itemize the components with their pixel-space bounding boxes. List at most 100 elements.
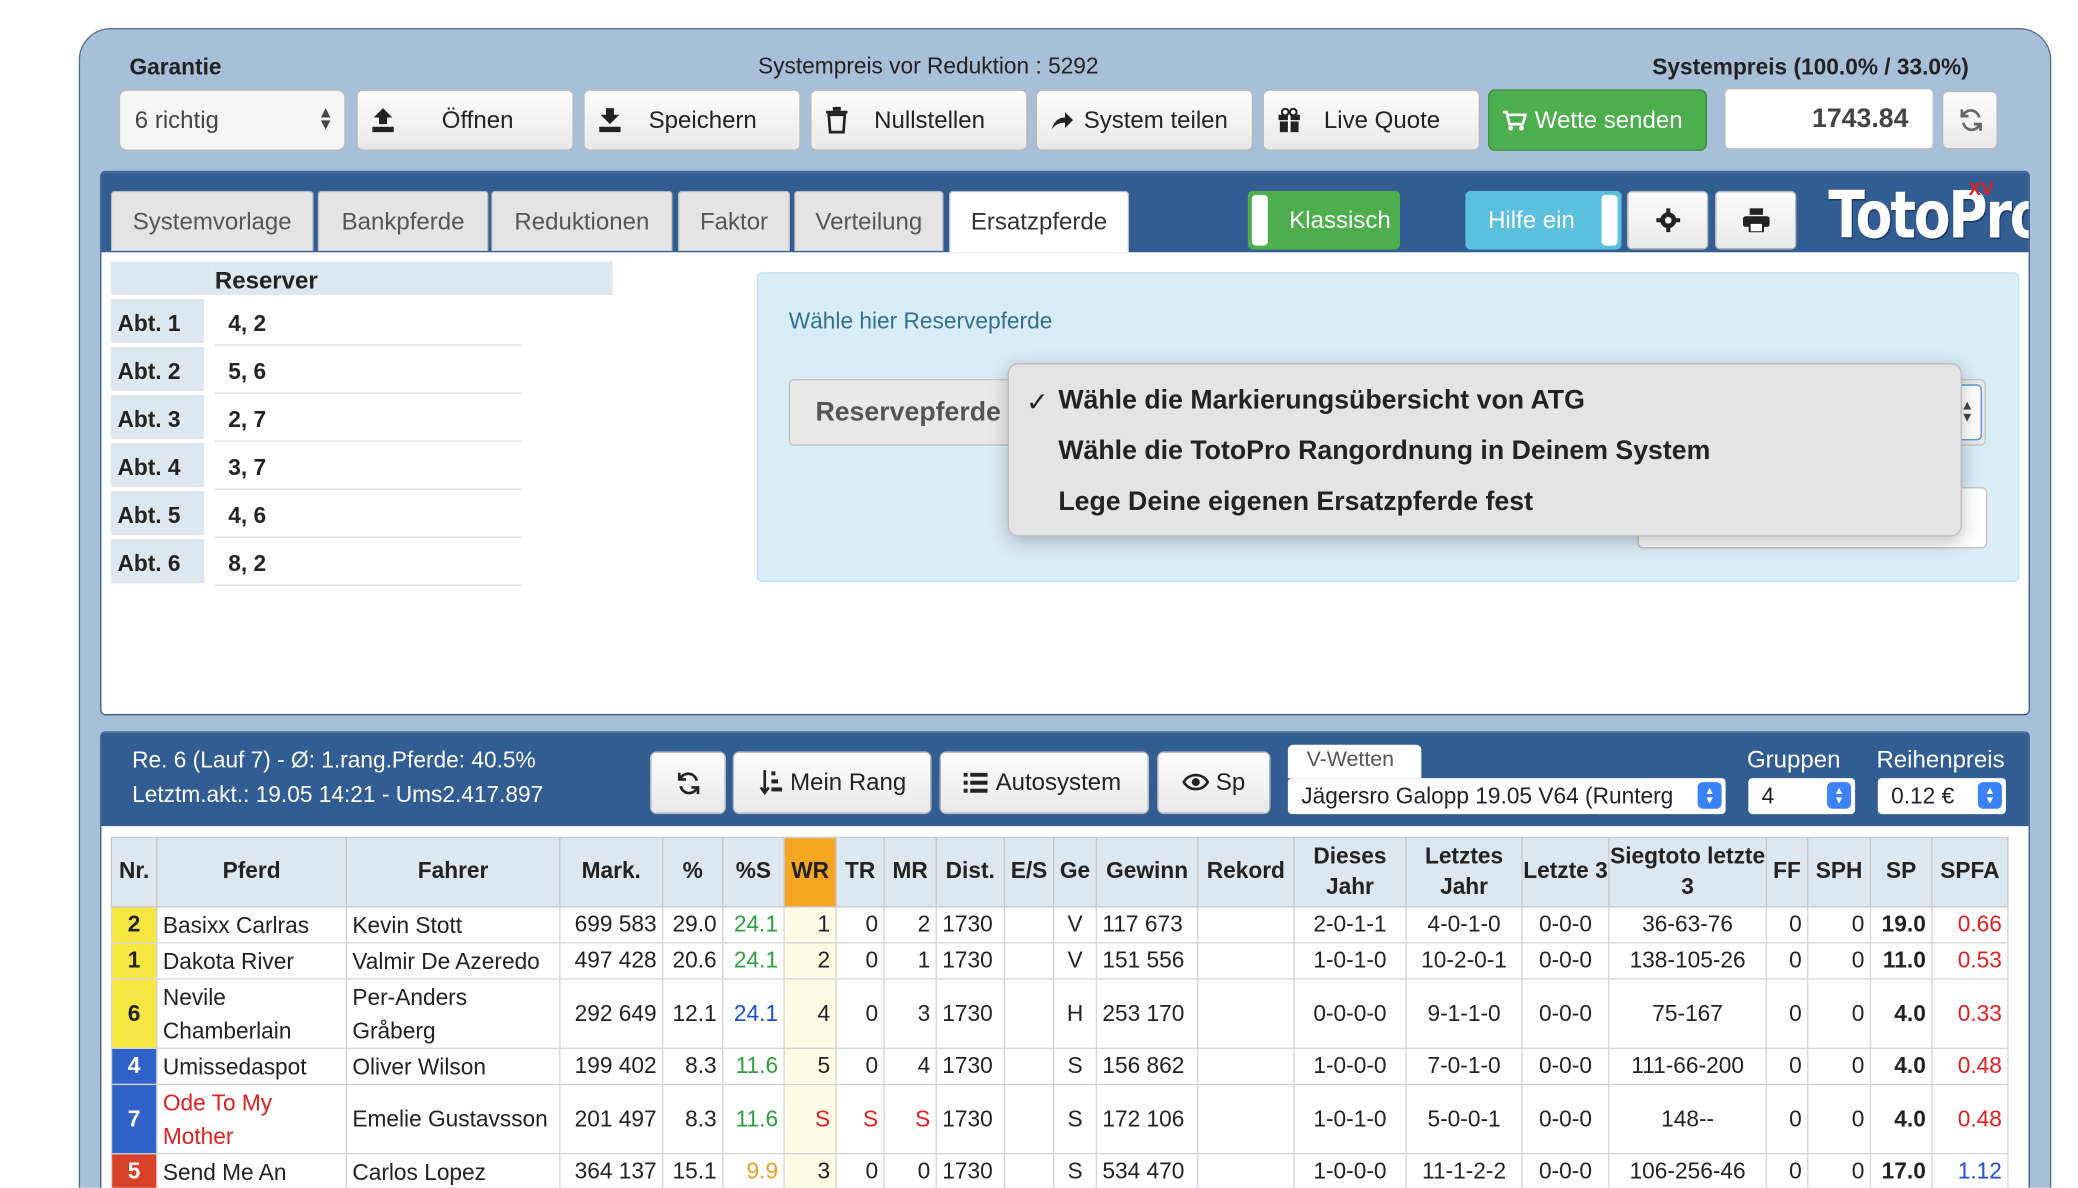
autosystem-button[interactable]: Autosystem bbox=[939, 751, 1150, 815]
column-header[interactable]: Fahrer bbox=[345, 836, 561, 908]
column-header[interactable]: Dieses Jahr bbox=[1293, 836, 1407, 908]
settings-button[interactable] bbox=[1626, 190, 1709, 250]
letzte-3-cell: 0-0-0 bbox=[1521, 942, 1610, 980]
tab-verteilung[interactable]: Verteilung bbox=[794, 190, 944, 251]
vwetten-tab[interactable]: V-Wetten bbox=[1287, 744, 1422, 779]
wr-cell: 4 bbox=[783, 978, 837, 1049]
letzte-3-cell: 0-0-0 bbox=[1521, 1083, 1610, 1155]
column-header[interactable]: Ge bbox=[1052, 836, 1098, 908]
tab-systemvorlage[interactable]: Systemvorlage bbox=[110, 190, 314, 251]
price-field[interactable]: 1743.84 bbox=[1724, 88, 1934, 150]
column-header[interactable]: Pferd bbox=[156, 836, 347, 908]
column-header[interactable]: Letzte 3 bbox=[1521, 836, 1610, 908]
table-row[interactable]: 2 Basixx Carlras Kevin Stott 699 583 29.0 24.… bbox=[110, 906, 2009, 944]
nr-cell: 5 bbox=[110, 1153, 158, 1188]
gruppen-select[interactable]: 4 ▲ ▼ bbox=[1748, 778, 1856, 815]
column-header[interactable]: SPH bbox=[1807, 836, 1872, 908]
mein-rang-button[interactable]: Mein Rang bbox=[732, 751, 932, 815]
rekord-cell bbox=[1197, 1083, 1295, 1155]
column-header[interactable]: Nr. bbox=[110, 836, 158, 908]
mr-cell: 1 bbox=[883, 942, 937, 980]
vwetten-select[interactable]: Jägersro Galopp 19.05 V64 (Runterg ▲ ▼ bbox=[1287, 778, 1726, 815]
table-row[interactable]: 6 Nevile Chamberlain Per-Anders Gråberg 292… bbox=[110, 978, 2009, 1049]
abt-label: Abt. 4 bbox=[110, 443, 205, 488]
column-header[interactable]: MR bbox=[883, 836, 937, 908]
wette-senden-button[interactable]: Wette senden bbox=[1488, 89, 1707, 151]
column-header[interactable]: % bbox=[661, 836, 724, 908]
race-info-line2: Letztm.akt.: 19.05 14:21 - Ums2.417.897 bbox=[132, 782, 544, 808]
sp-cell: 4.0 bbox=[1869, 1083, 1933, 1155]
table-row[interactable]: 4 Umissedaspot Oliver Wilson 199 402 8.3 11.6… bbox=[110, 1047, 2009, 1086]
gear-icon bbox=[1656, 208, 1681, 233]
percent-s-cell: 24.1 bbox=[722, 906, 785, 944]
mark-cell: 201 497 bbox=[559, 1083, 664, 1155]
column-header[interactable]: Mark. bbox=[559, 836, 664, 908]
table-row[interactable]: 1 Dakota River Valmir De Azeredo 497 428 20.… bbox=[110, 942, 2009, 980]
reihenpreis-select[interactable]: 0.12 € ▲ ▼ bbox=[1877, 778, 2006, 815]
sp-cell: 11.0 bbox=[1869, 942, 1933, 980]
dropdown-option[interactable]: Wähle die TotoPro Rangordnung in Deinem … bbox=[1058, 436, 1710, 467]
dropdown-option[interactable]: Lege Deine eigenen Ersatzpferde fest bbox=[1058, 487, 1533, 518]
table-row[interactable]: 7 Ode To My Mother Emelie Gustavsson 201 49… bbox=[110, 1083, 2009, 1155]
sp-button[interactable]: Sp bbox=[1157, 751, 1271, 815]
refresh-price-button[interactable] bbox=[1941, 90, 1998, 150]
percent-cell: 8.3 bbox=[661, 1047, 724, 1086]
oeffnen-button[interactable]: Öffnen bbox=[356, 89, 574, 151]
klassisch-toggle[interactable]: Klassisch bbox=[1247, 190, 1400, 250]
wr-cell: 2 bbox=[783, 942, 837, 980]
es-cell bbox=[1003, 1083, 1055, 1155]
garantie-select[interactable]: 6 richtig ▲ ▼ bbox=[118, 89, 346, 151]
tab-ersatzpferde[interactable]: Ersatzpferde bbox=[948, 190, 1130, 253]
es-cell bbox=[1003, 1153, 1055, 1188]
column-header[interactable]: E/S bbox=[1003, 836, 1055, 908]
gruppen-label: Gruppen bbox=[1746, 746, 1841, 773]
fahrer-cell: Per-Anders Gråberg bbox=[345, 978, 561, 1049]
column-header[interactable]: FF bbox=[1765, 836, 1809, 908]
select-arrows-icon: ▲ ▼ bbox=[1697, 782, 1722, 809]
column-header[interactable]: SPFA bbox=[1931, 836, 2009, 908]
mr-cell: 4 bbox=[883, 1047, 937, 1086]
letztes-jahr-cell: 5-0-0-1 bbox=[1405, 1083, 1523, 1155]
column-header[interactable]: Siegtoto letzte 3 bbox=[1608, 836, 1768, 908]
list-icon bbox=[963, 772, 988, 793]
nullstellen-button[interactable]: Nullstellen bbox=[810, 89, 1028, 151]
tab-reduktionen[interactable]: Reduktionen bbox=[491, 190, 673, 251]
column-header[interactable]: TR bbox=[835, 836, 885, 908]
abt-label: Abt. 5 bbox=[110, 491, 205, 536]
hilfe-toggle[interactable]: Hilfe ein bbox=[1465, 190, 1622, 250]
totopro-logo: TotoPro bbox=[1828, 177, 2030, 254]
column-header[interactable]: SP bbox=[1869, 836, 1933, 908]
dieses-jahr-cell: 1-0-1-0 bbox=[1293, 942, 1407, 980]
download-icon bbox=[599, 108, 621, 133]
table-row[interactable]: 5 Send Me An Carlos Lopez 364 137 15.1 9.9 3 0 0… bbox=[110, 1153, 2009, 1188]
tab-bankpferde[interactable]: Bankpferde bbox=[317, 190, 489, 251]
column-header[interactable]: Dist. bbox=[935, 836, 1005, 908]
dieses-jahr-cell: 2-0-1-1 bbox=[1293, 906, 1407, 944]
print-button[interactable] bbox=[1714, 190, 1797, 250]
speichern-button[interactable]: Speichern bbox=[583, 89, 801, 151]
refresh-icon bbox=[1960, 109, 1982, 132]
percent-s-cell: 24.1 bbox=[722, 978, 785, 1049]
dieses-jahr-cell: 0-0-0-0 bbox=[1293, 978, 1407, 1049]
column-header[interactable]: WR bbox=[783, 836, 837, 908]
live-quote-button[interactable]: Live Quote bbox=[1262, 89, 1481, 151]
percent-cell: 15.1 bbox=[661, 1153, 724, 1188]
siegtoto-cell: 111-66-200 bbox=[1608, 1047, 1768, 1086]
dist-cell: 1730 bbox=[935, 1047, 1005, 1086]
horse-table: Nr. Pferd Fahrer Mark.% %S WR TR MR Dist. E/S Ge Ge… bbox=[110, 836, 2009, 1188]
cart-icon bbox=[1502, 110, 1527, 131]
pferd-cell: Nevile Chamberlain bbox=[156, 978, 347, 1049]
mark-cell: 497 428 bbox=[559, 942, 664, 980]
mark-cell: 199 402 bbox=[559, 1047, 664, 1086]
column-header[interactable]: %S bbox=[722, 836, 785, 908]
dropdown-option[interactable]: Wähle die Markierungsübersicht von ATG bbox=[1058, 386, 1585, 417]
column-header[interactable]: Gewinn bbox=[1095, 836, 1199, 908]
tab-faktor[interactable]: Faktor bbox=[677, 190, 791, 251]
system-teilen-button[interactable]: System teilen bbox=[1035, 89, 1254, 151]
letztes-jahr-cell: 7-0-1-0 bbox=[1405, 1047, 1523, 1086]
column-header[interactable]: Letztes Jahr bbox=[1405, 836, 1523, 908]
letzte-3-cell: 0-0-0 bbox=[1521, 1153, 1610, 1188]
reload-button[interactable] bbox=[649, 751, 727, 815]
column-header[interactable]: Rekord bbox=[1197, 836, 1295, 908]
spfa-cell: 0.53 bbox=[1931, 942, 2009, 980]
